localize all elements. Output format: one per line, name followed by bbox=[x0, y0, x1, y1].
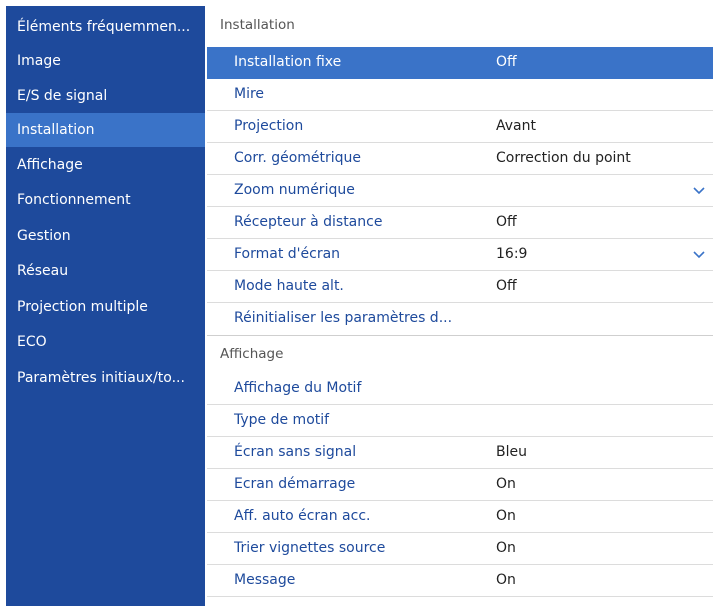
row-value: Off bbox=[496, 278, 517, 294]
row-value: On bbox=[496, 540, 516, 556]
row-label: Mode haute alt. bbox=[234, 278, 344, 294]
menu-row-ecran-sans-signal[interactable]: Écran sans signal Bleu bbox=[207, 437, 713, 469]
row-value: Off bbox=[496, 214, 517, 230]
menu-row-affichage-du-motif[interactable]: Affichage du Motif bbox=[207, 373, 713, 405]
row-label: Trier vignettes source bbox=[234, 540, 386, 556]
row-label: Récepteur à distance bbox=[234, 214, 383, 230]
row-value: Avant bbox=[496, 118, 536, 134]
section-header-affichage: Affichage bbox=[220, 346, 284, 362]
section-header-installation: Installation bbox=[220, 17, 295, 33]
chevron-down-icon[interactable] bbox=[691, 246, 707, 262]
row-value: On bbox=[496, 508, 516, 524]
row-label: Corr. géométrique bbox=[234, 150, 362, 166]
row-value: On bbox=[496, 476, 516, 492]
row-label: Projection bbox=[234, 118, 304, 134]
menu-row-zoom-numerique[interactable]: Zoom numérique bbox=[207, 175, 713, 207]
menu-row-mire[interactable]: Mire bbox=[207, 79, 713, 111]
sidebar-item-elements-frequents[interactable]: Éléments fréquemmen... bbox=[6, 10, 205, 44]
sidebar-item-affichage[interactable]: Affichage bbox=[6, 148, 205, 182]
row-label: Format d'écran bbox=[234, 246, 341, 262]
menu-row-projection[interactable]: Projection Avant bbox=[207, 111, 713, 143]
row-label: Aff. auto écran acc. bbox=[234, 508, 371, 524]
menu-row-aff-auto-ecran-acc[interactable]: Aff. auto écran acc. On bbox=[207, 501, 713, 533]
row-label: Installation fixe bbox=[234, 54, 342, 70]
sidebar: Éléments fréquemmen... Image E/S de sign… bbox=[6, 6, 205, 606]
menu-row-mode-haute-alt[interactable]: Mode haute alt. Off bbox=[207, 271, 713, 303]
row-label: Message bbox=[234, 572, 296, 588]
row-label: Écran sans signal bbox=[234, 444, 357, 460]
row-value: 16:9 bbox=[496, 246, 528, 262]
sidebar-item-gestion[interactable]: Gestion bbox=[6, 219, 205, 253]
row-value: On bbox=[496, 572, 516, 588]
menu-row-format-d-ecran[interactable]: Format d'écran 16:9 bbox=[207, 239, 713, 271]
projector-menu-screen: Éléments fréquemmen... Image E/S de sign… bbox=[6, 6, 713, 606]
menu-row-recepteur-a-distance[interactable]: Récepteur à distance Off bbox=[207, 207, 713, 239]
sidebar-item-projection-multiple[interactable]: Projection multiple bbox=[6, 290, 205, 324]
sidebar-item-es-de-signal[interactable]: E/S de signal bbox=[6, 79, 205, 113]
menu-row-message[interactable]: Message On bbox=[207, 565, 713, 597]
chevron-down-icon[interactable] bbox=[691, 182, 707, 198]
menu-row-ecran-demarrage[interactable]: Ecran démarrage On bbox=[207, 469, 713, 501]
sidebar-item-parametres-initiaux[interactable]: Paramètres initiaux/to... bbox=[6, 361, 205, 395]
row-label: Ecran démarrage bbox=[234, 476, 356, 492]
row-label: Zoom numérique bbox=[234, 182, 355, 198]
row-value: Off bbox=[496, 54, 517, 70]
sidebar-item-image[interactable]: Image bbox=[6, 44, 205, 78]
row-label: Affichage du Motif bbox=[234, 380, 362, 396]
section-divider bbox=[207, 335, 713, 336]
row-value: Correction du point bbox=[496, 150, 631, 166]
menu-row-corr-geometrique[interactable]: Corr. géométrique Correction du point bbox=[207, 143, 713, 175]
settings-panel: Installation Installation fixe Off Mire … bbox=[207, 6, 713, 606]
menu-row-type-de-motif[interactable]: Type de motif bbox=[207, 405, 713, 437]
sidebar-item-fonctionnement[interactable]: Fonctionnement bbox=[6, 183, 205, 217]
menu-row-trier-vignettes-source[interactable]: Trier vignettes source On bbox=[207, 533, 713, 565]
row-label: Mire bbox=[234, 86, 265, 102]
row-value: Bleu bbox=[496, 444, 527, 460]
row-label: Réinitialiser les paramètres d... bbox=[234, 310, 453, 326]
menu-row-installation-fixe[interactable]: Installation fixe Off bbox=[207, 47, 713, 79]
sidebar-item-reseau[interactable]: Réseau bbox=[6, 254, 205, 288]
sidebar-item-eco[interactable]: ECO bbox=[6, 325, 205, 359]
menu-row-reinitialiser-parametres[interactable]: Réinitialiser les paramètres d... bbox=[207, 303, 713, 335]
sidebar-item-installation[interactable]: Installation bbox=[6, 113, 205, 147]
row-label: Type de motif bbox=[234, 412, 330, 428]
